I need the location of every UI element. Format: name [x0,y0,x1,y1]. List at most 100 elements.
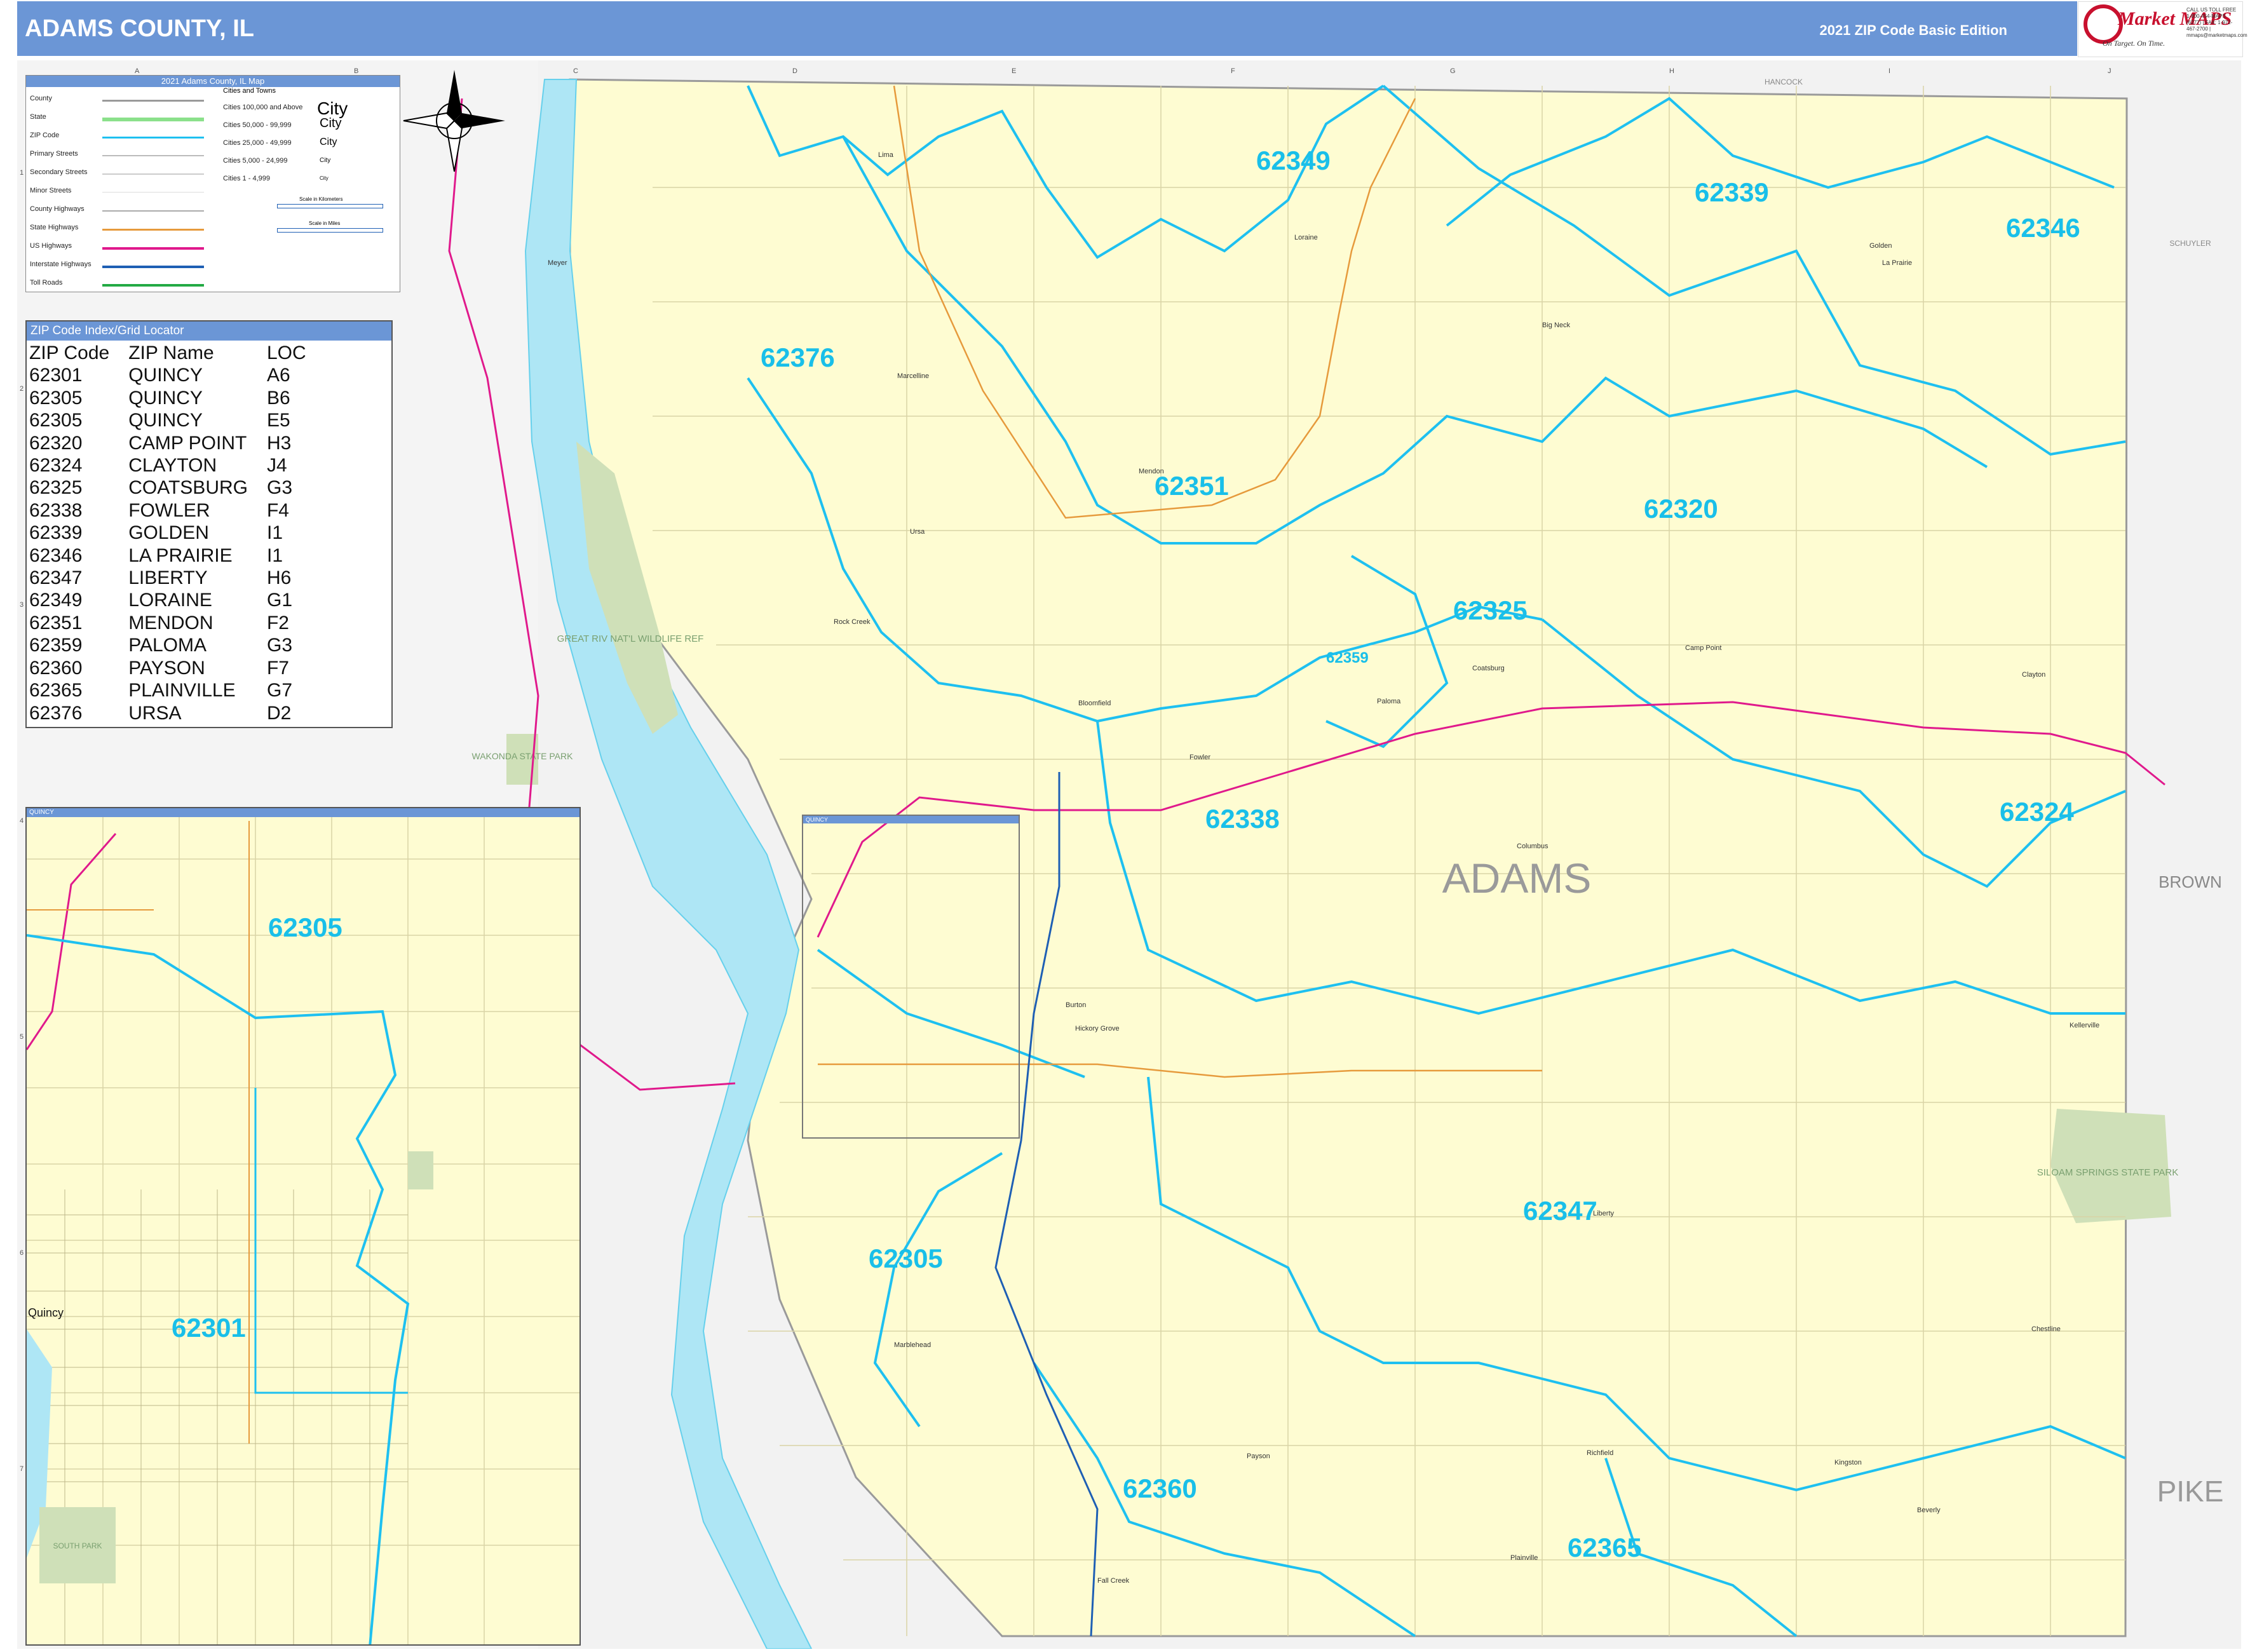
name-cell: LIBERTY [128,567,208,589]
town-label: Columbus [1517,843,1549,850]
inset-title: QUINCY [27,808,579,817]
loc-cell: G7 [266,680,293,701]
zip-index-grid: ZIP Code ZIP Name LOC 62301 QUINCY A6 6230… [29,342,325,724]
map-legend: 2021 Adams County, IL Map Cities and Tow… [25,75,400,292]
table-row: 62320 CAMP POINT H3 [29,432,325,454]
scale-km-label: Scale in Kilometers [299,196,343,202]
grid-row: 6 [20,1249,24,1257]
zip-label: 62338 [1205,804,1280,834]
legend-swatch [102,210,204,212]
legend-row-label: US Highways [30,242,72,250]
loc-cell: H6 [266,567,292,589]
zip-label: 62365 [1568,1533,1642,1562]
zip-label: 62349 [1256,146,1331,175]
town-label: Coatsburg [1472,665,1505,672]
loc-cell: D2 [266,702,292,724]
town-label: Kingston [1834,1459,1862,1466]
table-row: 62325 COATSBURG G3 [29,477,325,499]
neighbor-label-schuyler: SCHUYLER [2169,239,2211,248]
name-cell: QUINCY [128,365,203,386]
legend-city-sample: City [320,137,337,147]
town-label: Rock Creek [834,618,871,626]
loc-cell: A6 [266,365,290,386]
quincy-inset-locator: QUINCY [802,815,1020,1139]
inset-city-label: Quincy [28,1306,64,1319]
table-row: 62360 PAYSON F7 [29,657,325,679]
legend-row-label: Secondary Streets [30,168,88,176]
town-label: Chestline [2031,1325,2061,1333]
town-label: Marcelline [897,372,929,380]
zip-cell: 62320 [29,432,83,454]
table-row: 62346 LA PRAIRIE I1 [29,545,325,567]
loc-cell: B6 [266,387,290,409]
town-label: Clayton [2022,671,2045,679]
town-label: Marblehead [894,1341,931,1349]
loc-cell: H3 [266,432,292,454]
legend-swatch [102,229,204,231]
town-label: Fowler [1189,754,1210,761]
inset-zip-label: 62301 [172,1313,246,1343]
legend-swatch [102,266,204,268]
grid-col: A [135,67,140,75]
scale-bar-km [277,204,383,208]
zip-label: 62347 [1523,1196,1597,1226]
zip-cell: 62325 [29,477,83,499]
legend-swatch [102,284,204,287]
siloam-springs-park [2050,1109,2171,1223]
zip-label: 62346 [2006,213,2080,243]
column-header: LOC [266,342,306,363]
legend-swatch [102,155,204,156]
park-label-refuge: GREAT RIV NAT'L WILDLIFE REF [557,633,704,644]
zip-cell: 62339 [29,522,83,544]
name-cell: LORAINE [128,590,212,611]
loc-cell: F2 [266,612,289,633]
zip-label: 62351 [1155,471,1229,501]
inset-park-label: SOUTH PARK [53,1541,102,1550]
inset-zip-label: 62305 [268,912,342,942]
neighbor-label-brown: BROWN [2159,872,2222,891]
town-label: Beverly [1917,1506,1941,1514]
legend-city-class: Cities 5,000 - 24,999 [223,157,288,165]
name-cell: URSA [128,702,182,724]
table-row: 62347 LIBERTY H6 [29,567,325,589]
table-row: 62359 PALOMA G3 [29,634,325,656]
town-label: Richfield [1587,1449,1613,1457]
header-bar: ADAMS COUNTY, IL 2021 ZIP Code Basic Edi… [17,1,2077,56]
zip-cell: 62351 [29,612,83,633]
legend-swatch [102,192,204,193]
grid-col: H [1669,67,1674,75]
town-label: Loraine [1294,234,1318,241]
target-logo-icon [2084,4,2123,44]
town-label: Paloma [1377,698,1401,705]
column-header: ZIP Name [128,342,214,363]
town-label: Ursa [910,528,925,536]
legend-swatch [102,118,204,121]
town-label: Burton [1066,1001,1086,1009]
table-row: 62339 GOLDEN I1 [29,522,325,544]
brand-logo: Market MAPS On Target. On Time. CALL US … [2078,1,2247,57]
zip-cell: 62376 [29,702,83,724]
loc-cell: G3 [266,635,293,656]
name-cell: QUINCY [128,387,203,409]
town-label: Payson [1247,1452,1270,1460]
name-cell: COATSBURG [128,477,248,499]
zip-label: 62320 [1644,494,1718,524]
name-cell: PALOMA [128,635,207,656]
loc-cell: F7 [266,657,289,679]
zip-cell: 62324 [29,455,83,477]
legend-city-class: Cities 100,000 and Above [223,104,303,111]
grid-col: J [2108,67,2111,75]
town-label: Plainville [1510,1554,1538,1562]
zip-label: 62325 [1453,595,1528,625]
legend-city-class: Cities 50,000 - 99,999 [223,121,292,129]
grid-col: C [573,67,578,75]
legend-row-label: ZIP Code [30,132,60,139]
name-cell: CAMP POINT [128,432,247,454]
edition-label: 2021 ZIP Code Basic Edition [1819,22,2007,38]
table-row: 62338 FOWLER F4 [29,499,325,522]
legend-city-sample: City [320,175,329,181]
quincy-inset-map[interactable]: SOUTH PARK 62305 62301 Quincy QUINCY [25,807,581,1646]
table-row: 62301 QUINCY A6 [29,364,325,386]
loc-cell: G1 [266,590,293,611]
park-label-wakonda: WAKONDA STATE PARK [472,751,574,761]
